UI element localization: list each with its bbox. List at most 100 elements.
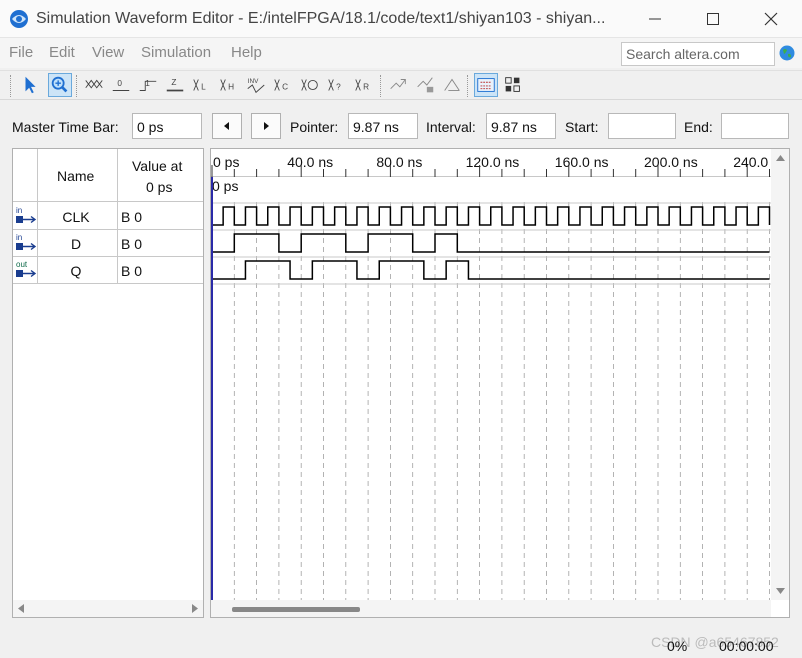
clk-waveform bbox=[212, 206, 771, 226]
waveform-canvas[interactable] bbox=[211, 149, 771, 600]
forcing-unknown-icon bbox=[85, 79, 103, 89]
minimize-icon bbox=[649, 18, 661, 20]
minimize-button[interactable] bbox=[626, 0, 684, 38]
svg-text:INV: INV bbox=[248, 78, 259, 85]
app-logo-icon bbox=[10, 10, 28, 28]
run-functional-simulation-button[interactable] bbox=[386, 73, 410, 97]
count-value-button[interactable]: C bbox=[271, 73, 295, 97]
next-transition-button[interactable] bbox=[251, 113, 281, 139]
selection-tool-icon bbox=[25, 76, 36, 94]
search-input[interactable]: Search altera.com bbox=[621, 42, 775, 66]
end-field bbox=[721, 113, 789, 139]
svg-text:1: 1 bbox=[145, 79, 150, 88]
menu-edit[interactable]: Edit bbox=[49, 44, 75, 61]
name-column-header[interactable]: Name bbox=[57, 168, 94, 184]
svg-text:0: 0 bbox=[117, 79, 122, 88]
toolbar-separator bbox=[380, 75, 382, 97]
pointer-label: Pointer: bbox=[290, 119, 339, 135]
status-bar: CSDN @a65467852 0% 00:00:00 bbox=[0, 628, 802, 658]
signal-name: D bbox=[70, 236, 82, 252]
menu-help[interactable]: Help bbox=[231, 44, 262, 61]
signal-name: Q bbox=[70, 263, 82, 279]
menu-file[interactable]: File bbox=[9, 44, 33, 61]
waveform-horizontal-scrollbar[interactable] bbox=[211, 600, 771, 617]
toolbar-separator bbox=[10, 75, 12, 97]
arbitrary-value-icon: ? bbox=[328, 79, 341, 92]
scroll-down-icon[interactable] bbox=[776, 587, 785, 595]
high-impedance-icon: Z bbox=[166, 78, 184, 92]
q-waveform bbox=[212, 260, 770, 280]
scroll-left-icon[interactable] bbox=[17, 604, 25, 613]
arbitrary-value-button[interactable]: ? bbox=[325, 73, 349, 97]
input-pin-icon: in bbox=[16, 206, 37, 224]
globe-icon[interactable] bbox=[779, 45, 795, 61]
weak-low-button[interactable]: L bbox=[190, 73, 214, 97]
value-column-time: 0 ps bbox=[146, 179, 173, 195]
sort-button[interactable] bbox=[501, 73, 525, 97]
scrollbar-thumb[interactable] bbox=[232, 607, 360, 612]
weak-high-icon: H bbox=[220, 79, 234, 92]
svg-text:?: ? bbox=[336, 83, 341, 92]
run-timing-simulation-button[interactable] bbox=[413, 73, 437, 97]
master-time-bar-field[interactable]: 0 ps bbox=[132, 113, 202, 139]
triangle-right-icon bbox=[264, 122, 269, 130]
random-value-icon: R bbox=[355, 79, 369, 92]
run-timing-simulation-icon bbox=[417, 77, 434, 93]
pointer-field: 9.87 ns bbox=[348, 113, 418, 139]
scroll-up-icon[interactable] bbox=[776, 154, 785, 162]
maximize-button[interactable] bbox=[684, 0, 742, 38]
node-list-panel: Name Value at 0 ps in CLK B 0 in D B 0 o… bbox=[12, 148, 204, 618]
sort-icon bbox=[505, 77, 520, 92]
svg-text:Z: Z bbox=[171, 78, 176, 87]
end-label: End: bbox=[684, 119, 713, 135]
menu-view[interactable]: View bbox=[92, 44, 124, 61]
snap-to-grid-icon bbox=[477, 78, 495, 92]
generate-netlist-button[interactable] bbox=[440, 73, 464, 97]
menu-simulation[interactable]: Simulation bbox=[141, 44, 211, 61]
node-list-header: Name Value at 0 ps bbox=[13, 149, 203, 202]
waveform-panel[interactable]: 0 ps 40.0 ns 80.0 ns 120.0 ns 160.0 ns 200.0 … bbox=[210, 148, 790, 618]
forcing-low-icon: 0 bbox=[112, 79, 130, 91]
clock-value-button[interactable] bbox=[298, 73, 322, 97]
window-title: Simulation Waveform Editor - E:/intelFPG… bbox=[36, 10, 606, 27]
start-field bbox=[608, 113, 676, 139]
forcing-unknown-button[interactable] bbox=[82, 73, 106, 97]
time-bar-row: Master Time Bar: 0 ps Pointer: 9.87 ns I… bbox=[0, 101, 802, 147]
invert-icon: INV bbox=[247, 78, 265, 94]
zoom-tool-icon bbox=[51, 76, 68, 93]
zoom-tool-button[interactable] bbox=[48, 73, 72, 97]
run-functional-simulation-icon bbox=[390, 79, 406, 89]
high-impedance-button[interactable]: Z bbox=[163, 73, 187, 97]
triangle-left-icon bbox=[224, 122, 229, 130]
close-button[interactable] bbox=[742, 0, 800, 38]
signal-row-clk[interactable]: in CLK B 0 bbox=[13, 203, 203, 230]
weak-low-icon: L bbox=[193, 79, 206, 92]
elapsed-time: 00:00:00 bbox=[719, 638, 774, 654]
d-waveform bbox=[212, 233, 770, 253]
forcing-low-button[interactable]: 0 bbox=[109, 73, 133, 97]
weak-high-button[interactable]: H bbox=[217, 73, 241, 97]
svg-text:R: R bbox=[363, 83, 369, 92]
signal-name: CLK bbox=[62, 209, 90, 225]
svg-text:C: C bbox=[282, 83, 288, 92]
selection-tool-button[interactable] bbox=[19, 73, 43, 97]
snap-to-grid-button[interactable] bbox=[474, 73, 498, 97]
signal-value: B 0 bbox=[121, 263, 143, 279]
node-list-horizontal-scrollbar[interactable] bbox=[13, 600, 203, 617]
signal-row-q[interactable]: out Q B 0 bbox=[13, 257, 203, 284]
signal-value: B 0 bbox=[121, 236, 143, 252]
close-icon bbox=[764, 12, 778, 26]
title-bar: Simulation Waveform Editor - E:/intelFPG… bbox=[0, 0, 802, 38]
value-column-header[interactable]: Value at bbox=[132, 158, 182, 174]
waveform-vertical-scrollbar[interactable] bbox=[771, 149, 789, 600]
signal-row-d[interactable]: in D B 0 bbox=[13, 230, 203, 257]
previous-transition-button[interactable] bbox=[212, 113, 242, 139]
signal-value: B 0 bbox=[121, 209, 143, 225]
toolbar-separator bbox=[76, 75, 78, 97]
interval-label: Interval: bbox=[426, 119, 476, 135]
scroll-right-icon[interactable] bbox=[191, 604, 199, 613]
invert-button[interactable]: INV bbox=[244, 73, 268, 97]
random-value-button[interactable]: R bbox=[352, 73, 376, 97]
toolbar: 0 1 Z L H INV C? R bbox=[0, 70, 802, 100]
forcing-high-button[interactable]: 1 bbox=[136, 73, 160, 97]
